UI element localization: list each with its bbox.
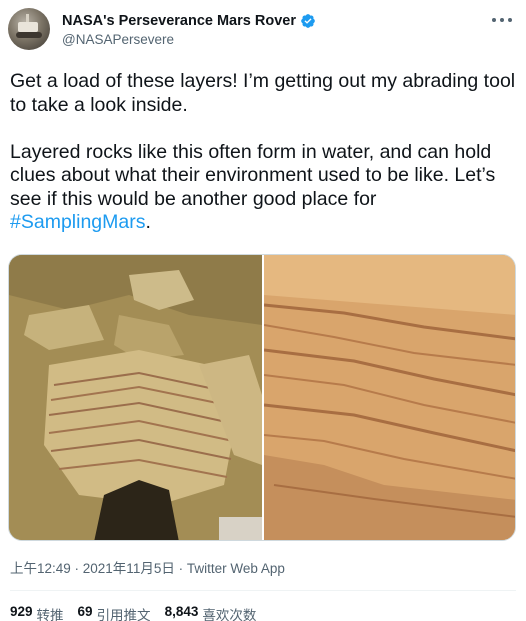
rover-body-graphic — [18, 22, 38, 32]
rover-wheels-graphic — [16, 32, 42, 38]
hashtag-link[interactable]: #SamplingMars — [10, 211, 145, 233]
tweet-timestamp[interactable]: 上午12:49 · 2021年11月5日 · Twitter Web App — [10, 557, 285, 577]
tweet-card: NASA's Perseverance Mars Rover @NASAPers… — [0, 0, 526, 621]
quote-count-label: 引用推文 — [96, 608, 151, 621]
more-dot — [500, 18, 504, 22]
mars-rock-scene-right — [264, 255, 515, 540]
quote-count-value: 69 — [77, 604, 93, 619]
tweet-paragraph-2: Layered rocks like this often form in wa… — [10, 141, 518, 235]
verified-badge-icon — [301, 14, 315, 28]
retweet-count-label: 转推 — [36, 608, 64, 621]
author-handle[interactable]: @NASAPersevere — [62, 32, 174, 47]
tweet-paragraph-2-text: Layered rocks like this often form in wa… — [10, 140, 501, 210]
mars-rock-scene-left — [9, 255, 262, 540]
tweet-paragraph-1: Get a load of these layers! I’m getting … — [10, 70, 521, 116]
engagement-stats: 929 转推 69 引用推文 8,843 喜欢次数 — [10, 604, 256, 621]
mars-rock-photo-right[interactable] — [264, 255, 515, 540]
like-count-label: 喜欢次数 — [202, 608, 257, 621]
more-dot — [508, 18, 512, 22]
author-display-name[interactable]: NASA's Perseverance Mars Rover — [62, 13, 296, 29]
more-options-icon[interactable] — [492, 16, 512, 24]
mars-rock-photo-left[interactable] — [9, 255, 262, 540]
tweet-text: Get a load of these layers! I’m getting … — [10, 70, 518, 235]
divider — [10, 590, 516, 591]
more-dot — [492, 18, 496, 22]
retweet-count[interactable]: 929 转推 — [10, 604, 64, 621]
like-count[interactable]: 8,843 喜欢次数 — [165, 604, 257, 621]
author-name-row[interactable]: NASA's Perseverance Mars Rover — [62, 12, 316, 30]
media-gallery — [8, 254, 516, 541]
avatar[interactable] — [8, 8, 50, 50]
quote-count[interactable]: 69 引用推文 — [78, 604, 151, 621]
retweet-count-value: 929 — [10, 604, 33, 619]
like-count-value: 8,843 — [164, 604, 199, 619]
tweet-paragraph-2-end: . — [145, 211, 151, 233]
